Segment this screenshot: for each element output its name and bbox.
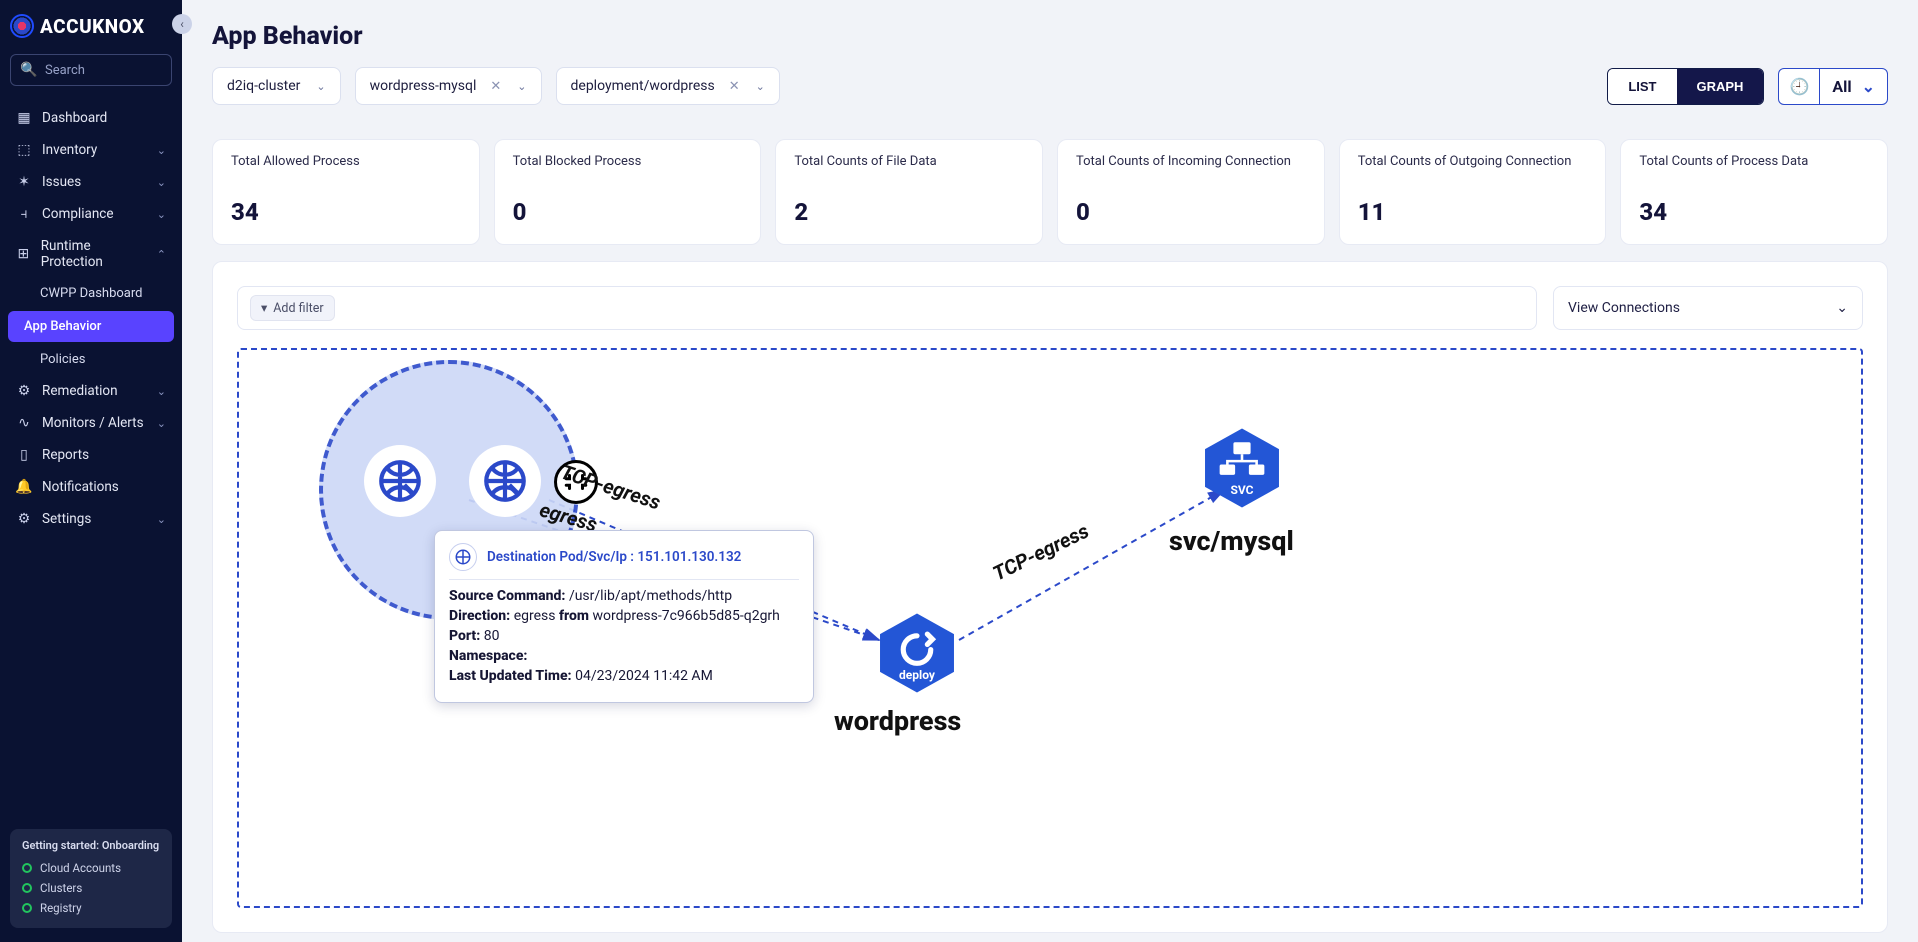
nav-issues[interactable]: ✶Issues⌄ <box>0 166 182 198</box>
nav-settings[interactable]: ⚙Settings⌄ <box>0 503 182 535</box>
onboarding-title: Getting started: Onboarding <box>22 839 160 852</box>
shield-icon: ⊞ <box>16 246 31 262</box>
search-icon: 🔍 <box>21 62 37 78</box>
sidebar-nav: ▦Dashboard ⬚Inventory⌄ ✶Issues⌄ ⫞Complia… <box>0 96 182 541</box>
bug-icon: ✶ <box>16 174 32 190</box>
nav-reports[interactable]: ▯Reports <box>0 439 182 471</box>
brand-logo: ACCUKNOX <box>0 0 182 48</box>
nav-policies[interactable]: Policies <box>0 344 182 375</box>
workload-dropdown[interactable]: deployment/wordpress✕⌄ <box>556 67 780 105</box>
stat-card: Total Allowed Process34 <box>212 139 480 245</box>
file-icon: ▯ <box>16 447 32 463</box>
check-icon <box>22 903 32 913</box>
sidebar-search[interactable]: 🔍 Search <box>10 54 172 86</box>
wrench-icon: ⚙ <box>16 383 32 399</box>
chevron-down-icon: ⌄ <box>157 513 166 526</box>
stat-card: Total Counts of Incoming Connection0 <box>1057 139 1325 245</box>
chevron-down-icon: ⌄ <box>517 80 526 93</box>
nav-runtime-protection[interactable]: ⊞Runtime Protection⌃ <box>0 230 182 278</box>
clear-icon[interactable]: ✕ <box>490 79 501 94</box>
chevron-down-icon: ⌄ <box>316 80 325 93</box>
sidebar: ‹ ACCUKNOX 🔍 Search ▦Dashboard ⬚Inventor… <box>0 0 182 942</box>
nav-app-behavior[interactable]: App Behavior <box>8 311 174 342</box>
chevron-down-icon: ⌄ <box>157 417 166 430</box>
nav-notifications[interactable]: 🔔Notifications <box>0 471 182 503</box>
chevron-down-icon: ⌄ <box>157 208 166 221</box>
edge-label: TCP-egress <box>989 519 1093 586</box>
chevron-down-icon: ⌄ <box>157 385 166 398</box>
activity-icon: ∿ <box>16 415 32 431</box>
view-connections-dropdown[interactable]: View Connections ⌄ <box>1553 286 1863 330</box>
graph-canvas[interactable]: egress TCP-egress TCP-egress deploy word… <box>237 348 1863 908</box>
stat-card: Total Counts of Outgoing Connection11 <box>1339 139 1607 245</box>
node-label-wordpress: wordpress <box>834 705 961 737</box>
cluster-dropdown[interactable]: d2iq-cluster⌄ <box>212 67 341 105</box>
svg-text:SVC: SVC <box>1230 483 1253 497</box>
onboard-registry[interactable]: Registry <box>22 898 160 918</box>
chevron-down-icon: ⌄ <box>1836 300 1848 316</box>
clock-icon: 🕘 <box>1779 69 1820 104</box>
main-content: App Behavior d2iq-cluster⌄ wordpress-mys… <box>182 0 1918 942</box>
page-title: App Behavior <box>212 22 1888 51</box>
namespace-dropdown[interactable]: wordpress-mysql✕⌄ <box>355 67 542 105</box>
sidebar-collapse-button[interactable]: ‹ <box>172 14 192 34</box>
node-deploy-wordpress[interactable]: deploy <box>874 610 960 696</box>
graph-panel: ▾Add filter View Connections ⌄ <box>212 261 1888 933</box>
check-icon <box>22 863 32 873</box>
gear-icon: ⚙ <box>16 511 32 527</box>
node-svc-mysql[interactable]: SVC <box>1199 425 1285 511</box>
external-ip-node[interactable] <box>469 445 541 517</box>
brand-name: ACCUKNOX <box>40 15 145 38</box>
nav-inventory[interactable]: ⬚Inventory⌄ <box>0 134 182 166</box>
node-tooltip: Destination Pod/Svc/Ip : 151.101.130.132… <box>434 530 814 703</box>
onboarding-panel: Getting started: Onboarding Cloud Accoun… <box>10 829 172 928</box>
globe-icon <box>480 456 530 506</box>
globe-icon <box>375 456 425 506</box>
nav-remediation[interactable]: ⚙Remediation⌄ <box>0 375 182 407</box>
bell-icon: 🔔 <box>16 479 32 495</box>
nav-dashboard[interactable]: ▦Dashboard <box>0 102 182 134</box>
chart-icon: ⫞ <box>16 206 32 222</box>
box-icon: ⬚ <box>16 142 32 158</box>
check-icon <box>22 883 32 893</box>
brand-icon <box>10 14 34 38</box>
hexagon-icon: deploy <box>874 610 960 696</box>
add-filter-input[interactable]: ▾Add filter <box>237 286 1537 330</box>
onboard-cloud[interactable]: Cloud Accounts <box>22 858 160 878</box>
search-placeholder: Search <box>45 63 85 78</box>
grid-icon: ▦ <box>16 110 32 126</box>
funnel-icon: ▾ <box>261 300 267 316</box>
stat-card: Total Counts of Process Data34 <box>1620 139 1888 245</box>
hexagon-icon: SVC <box>1199 425 1285 511</box>
view-toggle: LIST GRAPH <box>1607 68 1764 105</box>
nav-monitors[interactable]: ∿Monitors / Alerts⌄ <box>0 407 182 439</box>
graph-view-button[interactable]: GRAPH <box>1677 69 1764 104</box>
nav-cwpp-dashboard[interactable]: CWPP Dashboard <box>0 278 182 309</box>
node-label-mysql: svc/mysql <box>1169 525 1294 557</box>
stats-row: Total Allowed Process34 Total Blocked Pr… <box>212 139 1888 245</box>
filter-controls: d2iq-cluster⌄ wordpress-mysql✕⌄ deployme… <box>212 67 1888 105</box>
nav-compliance[interactable]: ⫞Compliance⌄ <box>0 198 182 230</box>
chevron-down-icon: ⌄ <box>756 80 765 93</box>
chevron-up-icon: ⌃ <box>157 248 166 261</box>
time-range-dropdown[interactable]: 🕘 All⌄ <box>1778 68 1888 105</box>
chevron-down-icon: ⌄ <box>157 144 166 157</box>
clear-icon[interactable]: ✕ <box>729 79 740 94</box>
onboard-clusters[interactable]: Clusters <box>22 878 160 898</box>
external-ip-node[interactable] <box>364 445 436 517</box>
stat-card: Total Counts of File Data2 <box>775 139 1043 245</box>
svg-text:deploy: deploy <box>899 668 936 682</box>
globe-icon <box>449 543 477 571</box>
chevron-down-icon: ⌄ <box>1862 77 1875 96</box>
list-view-button[interactable]: LIST <box>1608 69 1676 104</box>
chevron-down-icon: ⌄ <box>157 176 166 189</box>
stat-card: Total Blocked Process0 <box>494 139 762 245</box>
